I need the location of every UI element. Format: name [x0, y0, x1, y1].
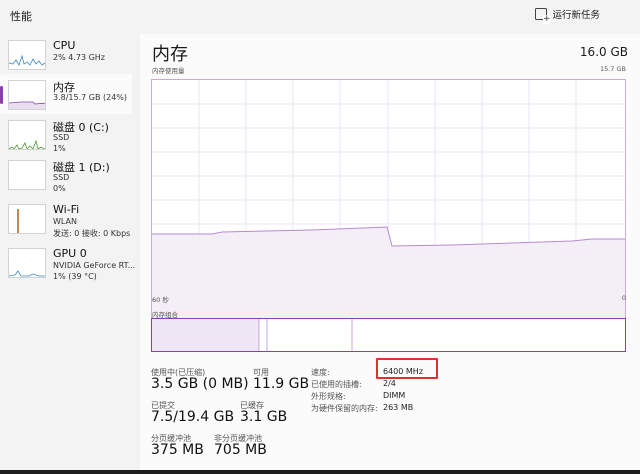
sidebar-item-detail: 3.8/15.7 GB (24%)	[53, 93, 128, 102]
sidebar-item-cpu[interactable]: CPU 2% 4.73 GHz	[0, 34, 132, 74]
disk-1-thumbnail-graph	[8, 160, 46, 190]
sidebar-item-gpu-0[interactable]: GPU 0 NVIDIA GeForce RT... 1% (39 °C)	[0, 242, 136, 282]
slots-used-value: 2/4	[383, 379, 396, 388]
time-axis-right: 0	[621, 294, 626, 302]
sidebar-item-detail: 2% 4.73 GHz	[53, 53, 106, 62]
memory-usage-svg	[152, 80, 625, 324]
page-title: 内存	[152, 44, 188, 65]
hardware-reserved-label: 为硬件保留的内存:	[311, 404, 378, 413]
sidebar-item-disk-0[interactable]: 磁盘 0 (C:) SSD 1%	[0, 114, 132, 154]
sidebar-item-detail: SSD	[53, 133, 70, 142]
sidebar-item-usage: 0%	[53, 184, 66, 193]
form-factor-label: 外形规格:	[311, 392, 346, 401]
sidebar-item-memory[interactable]: 内存 3.8/15.7 GB (24%)	[0, 74, 132, 114]
wifi-thumbnail-graph	[8, 204, 46, 234]
disk-0-thumbnail-graph	[8, 120, 46, 150]
sidebar-item-usage: 发送: 0 接收: 0 Kbps	[53, 229, 131, 238]
sidebar-item-detail: NVIDIA GeForce RT...	[53, 261, 136, 270]
nonpaged-pool-value: 705 MB	[214, 442, 267, 458]
cached-value: 3.1 GB	[240, 409, 288, 425]
available-value: 11.9 GB	[253, 376, 310, 392]
sidebar-item-disk-1[interactable]: 磁盘 1 (D:) SSD 0%	[0, 154, 132, 194]
app-title: 性能	[10, 10, 32, 23]
memory-usage-graph	[151, 79, 626, 325]
speed-label: 速度:	[311, 368, 330, 377]
cpu-thumbnail-graph	[8, 40, 46, 70]
sidebar-item-name: GPU 0	[53, 247, 87, 260]
speed-highlight-box	[376, 358, 438, 379]
memory-usage-label: 内存使用量	[152, 67, 185, 75]
memory-panel: 内存 16.0 GB 内存使用量 15.7 GB 60 秒 0 内存组合 使用中…	[140, 34, 640, 474]
title-bar: 性能 运行新任务	[0, 0, 640, 30]
in-use-value: 3.5 GB (0 MB)	[151, 376, 249, 392]
form-factor-value: DIMM	[383, 391, 406, 400]
run-new-task-button[interactable]: 运行新任务	[535, 7, 600, 24]
selected-indicator	[0, 86, 3, 104]
hardware-reserved-value: 263 MB	[383, 403, 414, 412]
memory-thumbnail-graph	[8, 80, 46, 110]
sidebar-item-detail: WLAN	[53, 217, 78, 226]
sidebar-item-name: CPU	[53, 39, 76, 52]
total-memory: 16.0 GB	[579, 45, 628, 59]
taskbar-edge	[0, 470, 640, 474]
memory-composition-svg	[152, 319, 353, 351]
slots-used-label: 已使用的插槽:	[311, 380, 362, 389]
new-task-icon	[535, 8, 551, 24]
sidebar-item-usage: 1%	[53, 144, 66, 153]
sidebar-item-wifi[interactable]: Wi-Fi WLAN 发送: 0 接收: 0 Kbps	[0, 198, 132, 238]
committed-value: 7.5/19.4 GB	[151, 409, 235, 425]
run-new-task-label: 运行新任务	[552, 10, 600, 21]
sidebar-item-usage: 1% (39 °C)	[53, 272, 97, 281]
sidebar-item-detail: SSD	[53, 173, 70, 182]
sidebar: CPU 2% 4.73 GHz 内存 3.8/15.7 GB (24%) 磁盘 …	[0, 34, 136, 474]
paged-pool-value: 375 MB	[151, 442, 204, 458]
memory-usage-max: 15.7 GB	[599, 65, 626, 73]
gpu-thumbnail-graph	[8, 248, 46, 278]
sidebar-item-name: Wi-Fi	[53, 203, 80, 216]
memory-composition-bar	[151, 318, 626, 352]
time-axis-left: 60 秒	[152, 296, 169, 304]
